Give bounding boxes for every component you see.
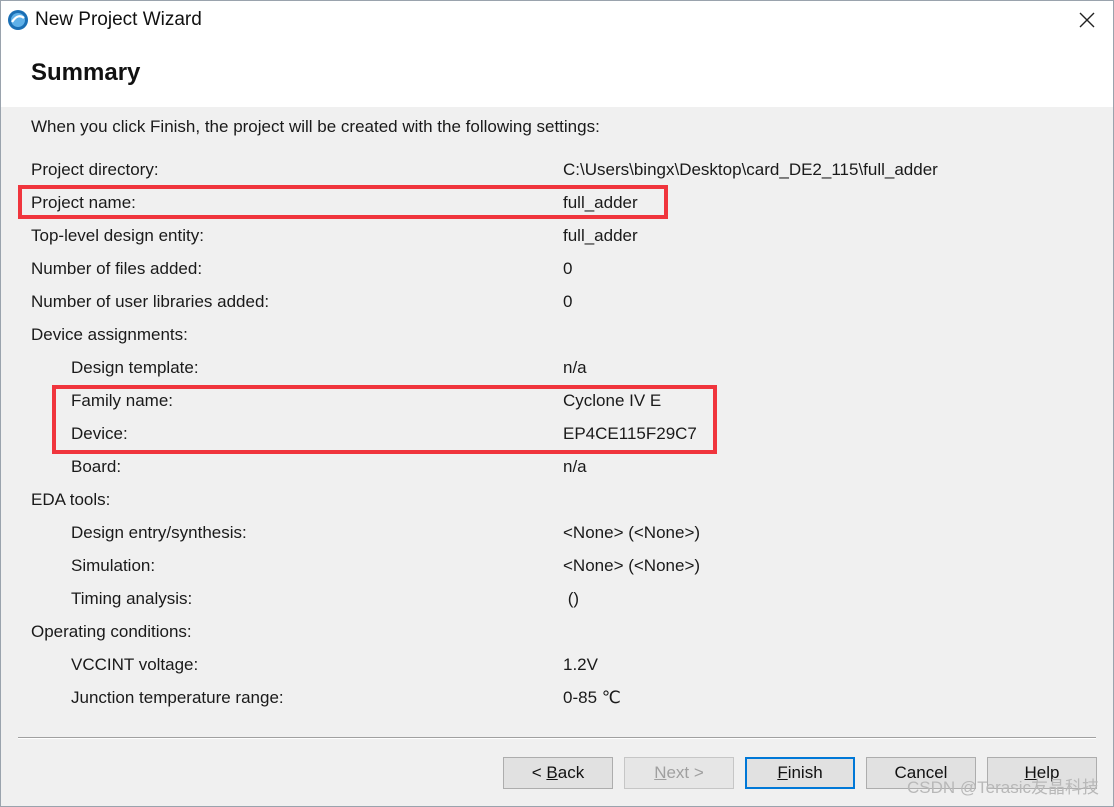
device-highlight-box (52, 385, 717, 454)
vccint-value: 1.2V (563, 655, 598, 674)
user-libraries-label: Number of user libraries added: (31, 292, 270, 311)
junction-temp-label: Junction temperature range: (71, 688, 284, 707)
board-value: n/a (563, 457, 587, 476)
files-added-label: Number of files added: (31, 259, 203, 278)
dialog-client-area: Summary When you click Finish, the proje… (1, 39, 1113, 806)
design-template-label: Design template: (71, 358, 199, 377)
device-assignments-heading: Device assignments: (31, 325, 188, 344)
page-title: Summary (31, 59, 141, 86)
project-directory-value: C:\Users\bingx\Desktop\card_DE2_115\full… (563, 160, 938, 179)
close-button[interactable] (1061, 1, 1113, 39)
back-button[interactable]: < Back (503, 757, 613, 789)
finish-button[interactable]: Finish (745, 757, 855, 789)
close-icon (1079, 12, 1095, 28)
user-libraries-value: 0 (563, 292, 573, 311)
timing-analysis-label: Timing analysis: (71, 589, 193, 608)
design-entry-value: <None> (<None>) (563, 523, 701, 542)
window-title: New Project Wizard (35, 9, 202, 30)
junction-temp-value: 0-85 ℃ (563, 688, 621, 707)
back-button-rest: ack (557, 763, 585, 782)
watermark-text: CSDN @Terasic友晶科技 (907, 778, 1099, 797)
files-added-value: 0 (563, 259, 573, 278)
top-level-entity-label: Top-level design entity: (31, 226, 204, 245)
simulation-label: Simulation: (71, 556, 156, 575)
quartus-app-icon (8, 10, 28, 30)
simulation-value: <None> (<None>) (563, 556, 701, 575)
operating-conditions-heading: Operating conditions: (31, 622, 192, 641)
board-label: Board: (71, 457, 122, 476)
top-level-entity-value: full_adder (563, 226, 638, 245)
project-name-highlight-box (18, 185, 668, 219)
design-template-value: n/a (563, 358, 587, 377)
new-project-wizard-window: New Project Wizard Summary When you clic… (0, 0, 1114, 807)
design-entry-label: Design entry/synthesis: (71, 523, 247, 542)
intro-text: When you click Finish, the project will … (31, 117, 600, 136)
finish-button-rest: inish (787, 763, 823, 782)
next-button-rest: ext > (666, 763, 704, 782)
project-directory-label: Project directory: (31, 160, 159, 179)
eda-tools-heading: EDA tools: (31, 490, 111, 509)
back-button-mnemonic: B (546, 763, 558, 782)
page-header: Summary (1, 39, 1113, 107)
vccint-label: VCCINT voltage: (71, 655, 199, 674)
finish-button-mnemonic: F (777, 763, 788, 782)
button-separator (18, 737, 1096, 739)
title-bar[interactable]: New Project Wizard (1, 1, 1113, 39)
next-button-mnemonic: N (654, 763, 667, 782)
timing-analysis-value: () (563, 589, 580, 608)
back-button-prefix: < (531, 763, 547, 782)
next-button[interactable]: Next > (624, 757, 734, 789)
